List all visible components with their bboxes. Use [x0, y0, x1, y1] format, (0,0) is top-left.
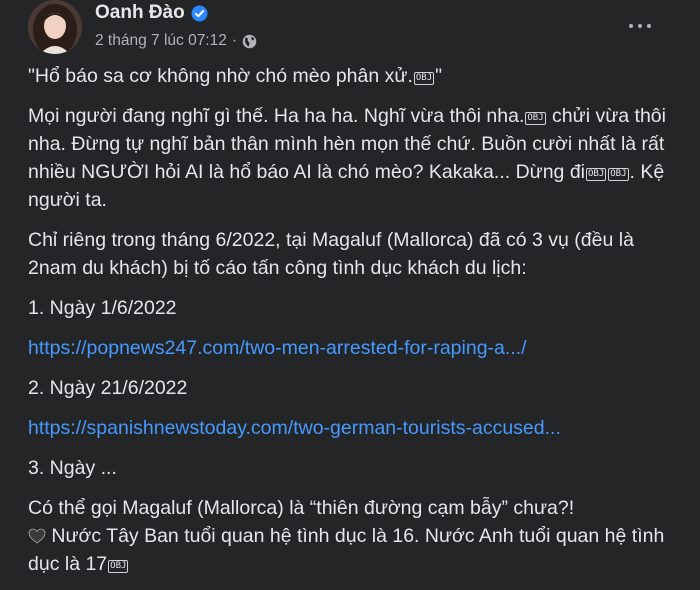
list-item: 1. Ngày 1/6/2022: [28, 297, 177, 319]
object-replacement-glyph: OBJ: [108, 560, 129, 573]
list-item: 2. Ngày 21/6/2022: [28, 377, 188, 399]
article-link[interactable]: https://popnews247.com/two-men-arrested-…: [28, 334, 676, 362]
post-paragraph: Mọi người đang nghĩ gì thế. Ha ha ha. Ng…: [28, 105, 666, 211]
object-replacement-glyph: OBJ: [525, 112, 546, 125]
post-body: "Hổ báo sa cơ không nhờ chó mèo phân xử.…: [28, 62, 676, 590]
article-link[interactable]: https://spanishnewstoday.com/two-german-…: [28, 414, 676, 442]
post-paragraph: Chỉ riêng trong tháng 6/2022, tại Magalu…: [28, 229, 634, 279]
post-header: Oanh Đào 2 tháng 7 lúc 07:12 ·: [0, 0, 700, 62]
globe-icon[interactable]: [242, 34, 257, 49]
black-heart-icon: [28, 524, 46, 544]
object-replacement-glyph: OBJ: [586, 168, 607, 181]
object-replacement-glyph: OBJ: [413, 72, 435, 85]
separator: ·: [231, 32, 238, 49]
more-options-icon: [629, 24, 633, 28]
list-item: 3. Ngày ...: [28, 457, 117, 479]
post-timestamp[interactable]: 2 tháng 7 lúc 07:12: [95, 32, 227, 50]
more-options-button[interactable]: [622, 12, 658, 40]
post-quote: "Hổ báo sa cơ không nhờ chó mèo phân xử.…: [28, 65, 443, 87]
verified-badge-icon: [191, 5, 208, 22]
avatar[interactable]: [28, 0, 82, 54]
object-replacement-glyph: OBJ: [608, 168, 629, 181]
post-paragraph: Có thể gọi Magaluf (Mallorca) là “thiên …: [28, 497, 665, 575]
author-name[interactable]: Oanh Đào: [95, 2, 185, 24]
